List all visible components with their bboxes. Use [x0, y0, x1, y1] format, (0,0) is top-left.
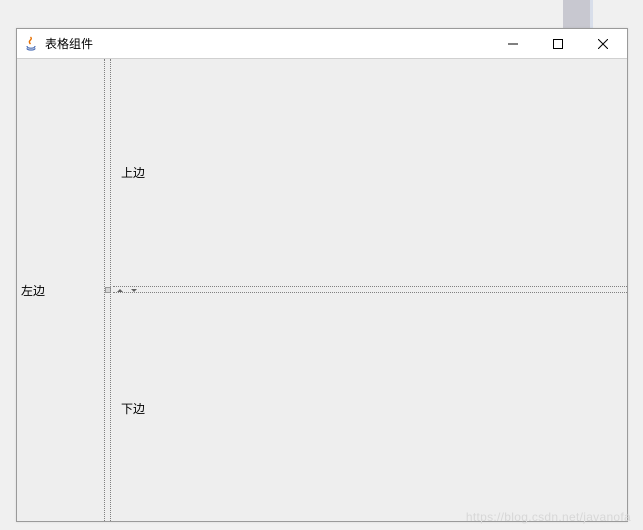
- maximize-button[interactable]: [535, 29, 580, 58]
- left-panel: 左边: [17, 59, 103, 521]
- vertical-split-divider[interactable]: [103, 59, 113, 521]
- left-panel-label: 左边: [21, 282, 45, 299]
- background-window-hint: [563, 0, 593, 28]
- right-panel: 上边 下边: [113, 59, 627, 521]
- top-panel: 上边: [113, 59, 627, 285]
- minimize-button[interactable]: [490, 29, 535, 58]
- horizontal-split-divider[interactable]: [113, 285, 627, 295]
- divider-arrows-icon: [113, 287, 141, 293]
- close-button[interactable]: [580, 29, 625, 58]
- top-panel-label: 上边: [121, 164, 145, 181]
- client-area: 左边 上边 下边: [17, 59, 627, 521]
- window-controls: [490, 29, 625, 58]
- window-title: 表格组件: [45, 35, 490, 52]
- application-window: 表格组件 左边 上边: [16, 28, 628, 522]
- bottom-panel-label: 下边: [121, 400, 145, 417]
- java-icon: [23, 36, 39, 52]
- divider-grip-icon: [105, 287, 111, 293]
- titlebar[interactable]: 表格组件: [17, 29, 627, 59]
- bottom-panel: 下边: [113, 295, 627, 521]
